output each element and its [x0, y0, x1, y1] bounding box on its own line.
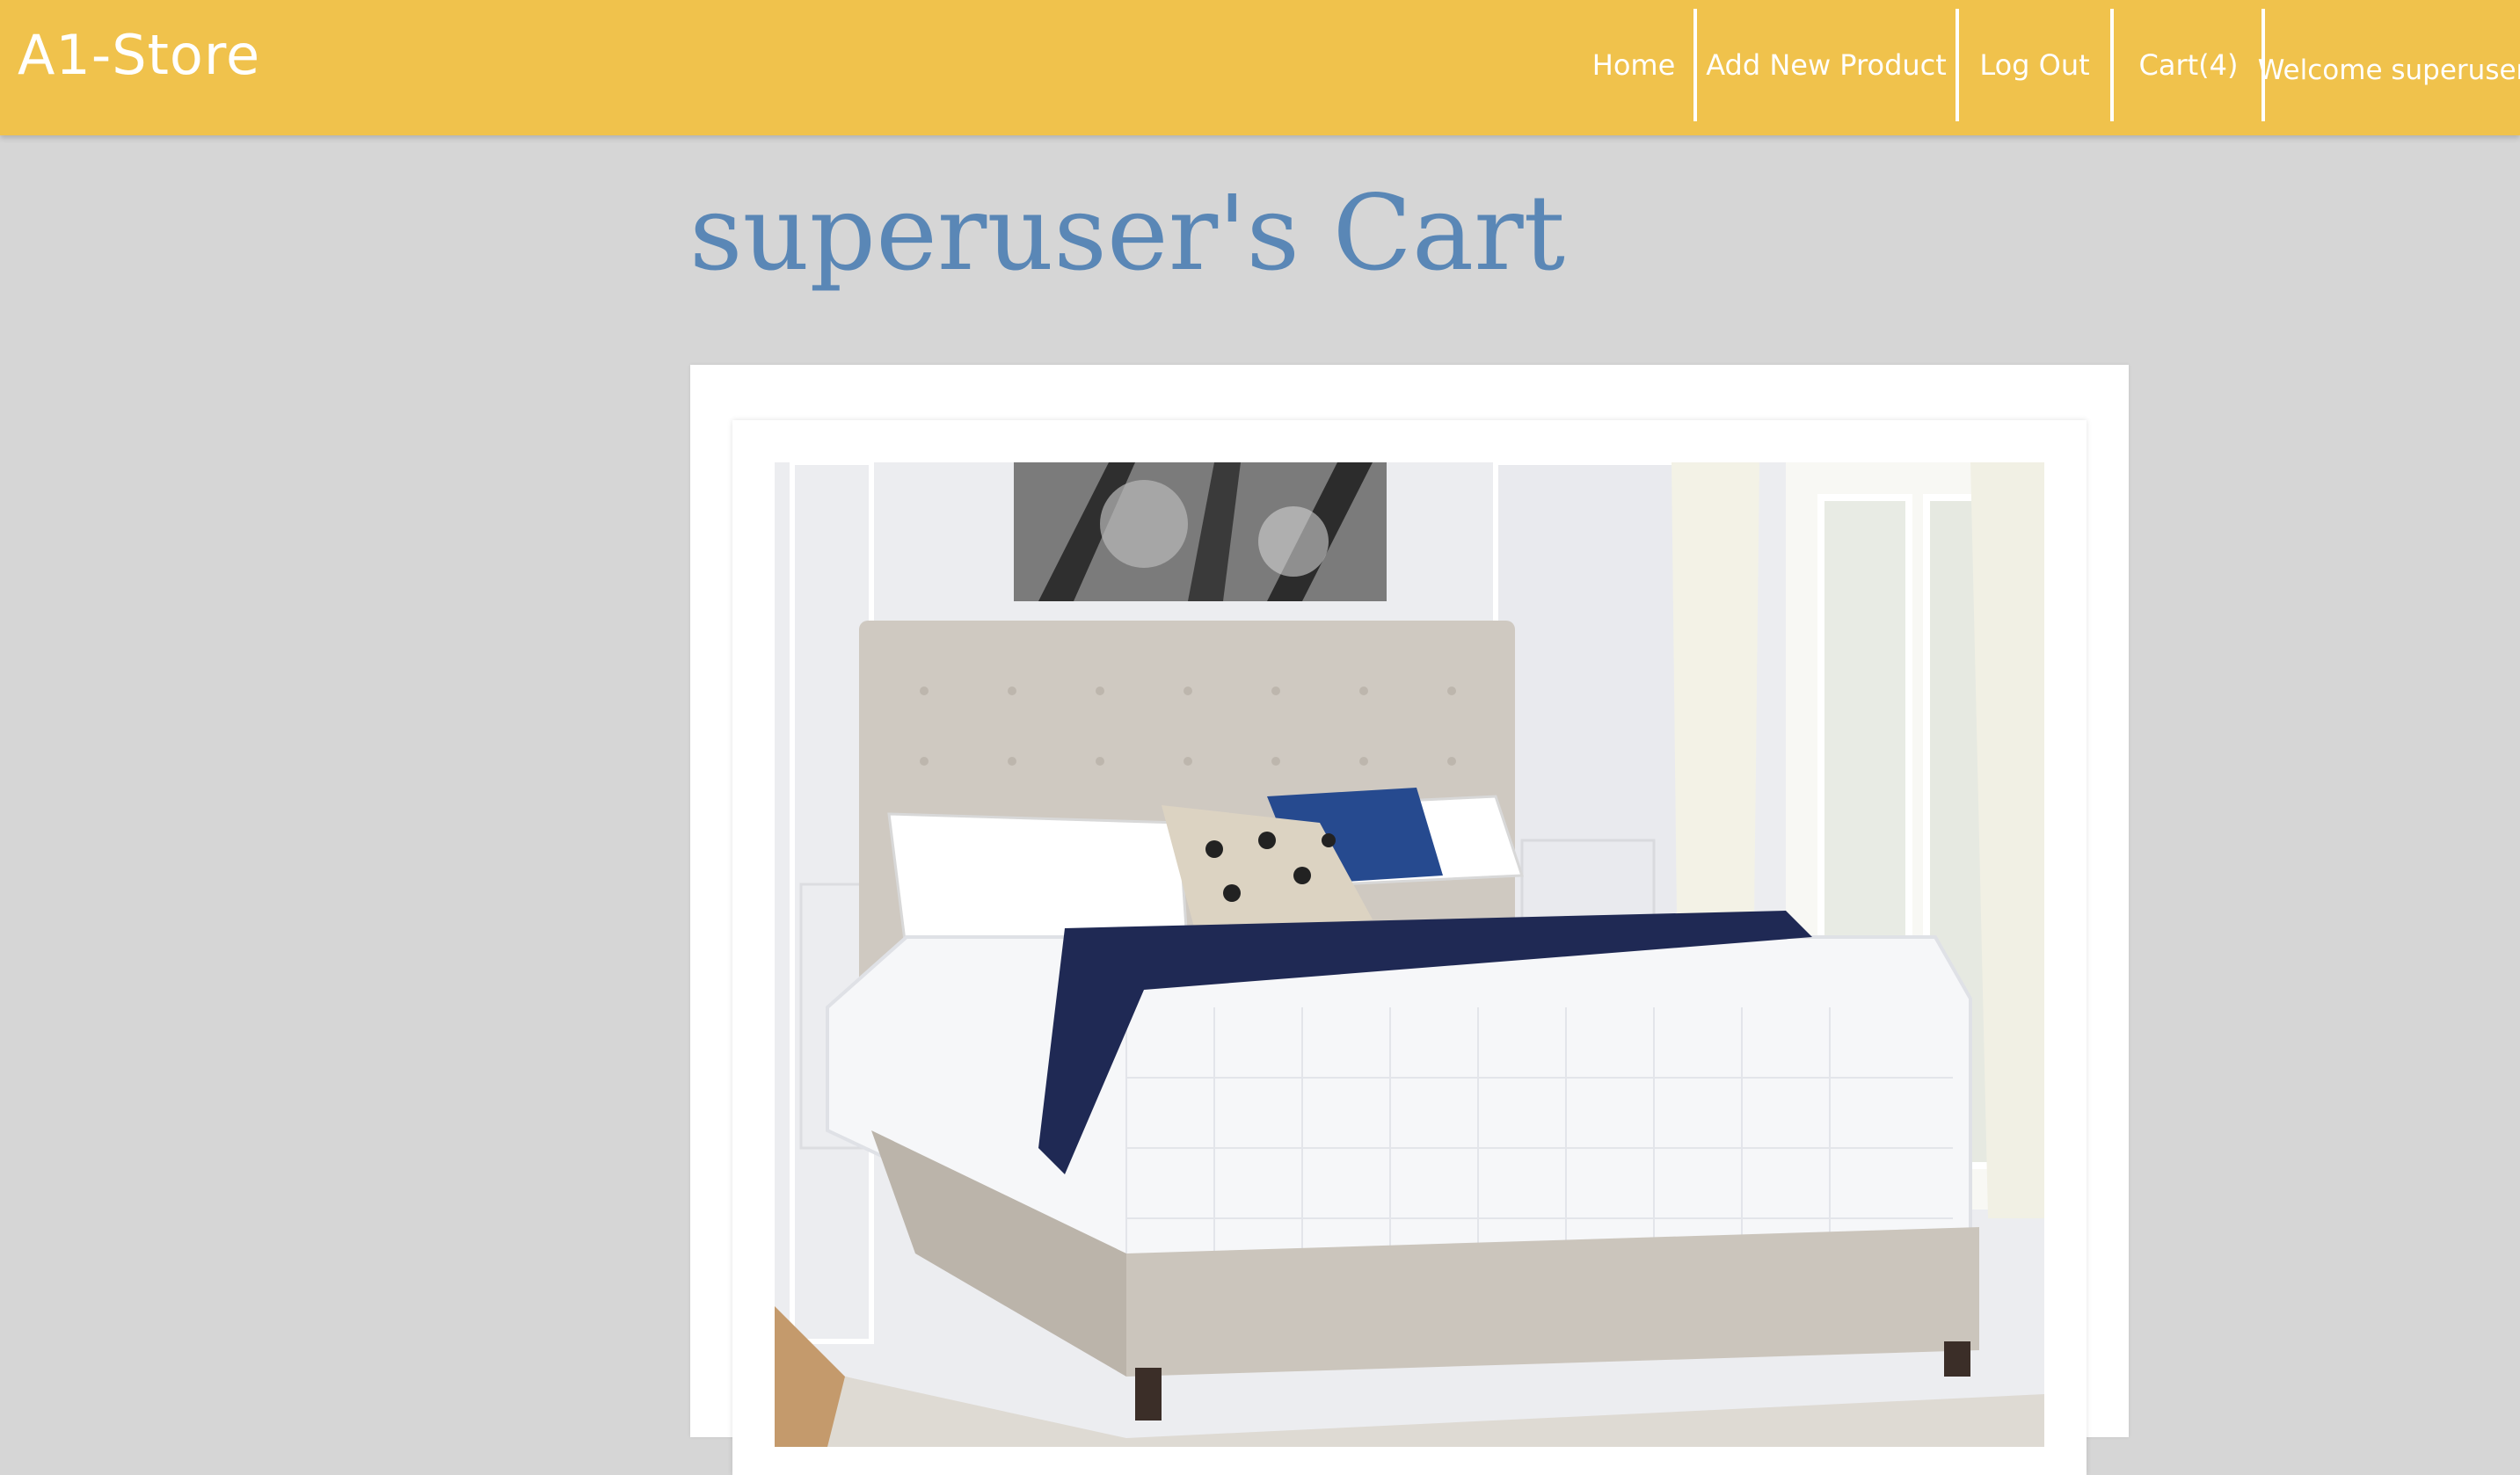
cart-panel: [690, 365, 2129, 1475]
nav-logout-link[interactable]: Log Out: [1959, 9, 2110, 121]
cart-item-card[interactable]: [732, 420, 2087, 1475]
bed-product-image[interactable]: [775, 462, 2044, 1447]
page-title: superuser's Cart: [689, 172, 1566, 294]
nav-add-product-link[interactable]: Add New Product: [1697, 9, 1956, 121]
nav-cart-link[interactable]: Cart(4): [2114, 9, 2263, 121]
nav-home-link[interactable]: Home: [1572, 9, 1695, 121]
brand-logo[interactable]: A1-Store: [18, 23, 260, 87]
top-navbar: A1-Store Home Add New Product Log Out Ca…: [0, 0, 2520, 135]
welcome-user-text: Welcome superuser: [2257, 54, 2520, 86]
